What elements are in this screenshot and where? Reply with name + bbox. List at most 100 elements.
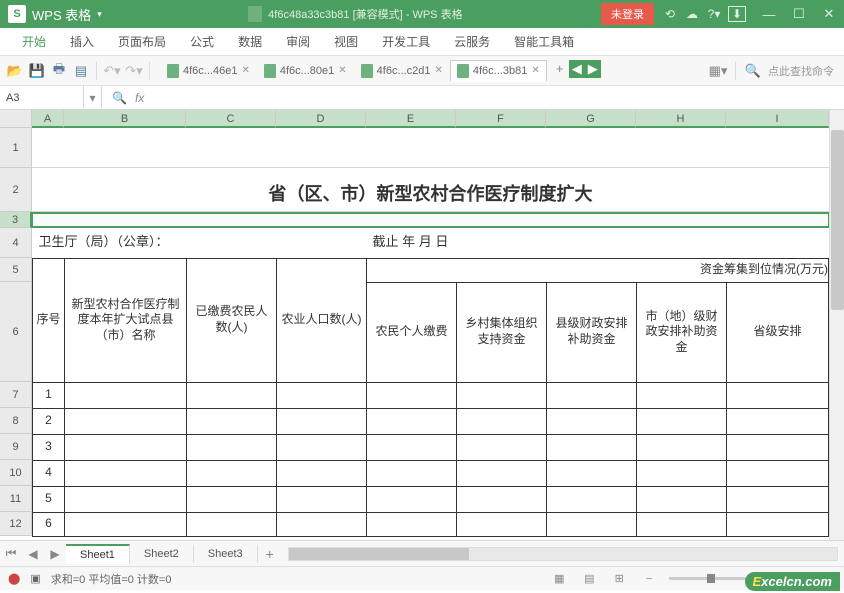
open-icon[interactable]: 📂 <box>6 62 24 80</box>
search-fx-icon[interactable]: 🔍 <box>112 91 127 105</box>
cloud-icon[interactable]: ☁ <box>684 6 700 22</box>
row-header-2[interactable]: 2 <box>0 168 32 212</box>
col-header-B[interactable]: B <box>64 110 186 128</box>
table-row[interactable]: 2 <box>33 408 829 434</box>
row-header-8[interactable]: 8 <box>0 408 32 434</box>
view-page-icon[interactable]: ▤ <box>579 571 599 587</box>
close-icon[interactable]: ✕ <box>241 65 249 76</box>
sheet-nav-first[interactable]: ⏮ <box>0 546 22 561</box>
sync-icon[interactable]: ⟲ <box>662 6 678 22</box>
cell-seq: 3 <box>33 434 65 460</box>
col-header-E[interactable]: E <box>366 110 456 128</box>
table-row[interactable]: 6 <box>33 512 829 536</box>
menu-start[interactable]: 开始 <box>10 28 58 56</box>
horizontal-scrollbar[interactable] <box>288 547 838 561</box>
formula-bar: A3 ▾ 🔍 fx <box>0 86 844 110</box>
close-icon[interactable]: ✕ <box>434 65 442 76</box>
undo-icon[interactable]: ↶▾ <box>103 62 121 80</box>
menu-formula[interactable]: 公式 <box>178 28 226 56</box>
col-header-H[interactable]: H <box>636 110 726 128</box>
menu-smart-tools[interactable]: 智能工具箱 <box>502 28 586 56</box>
close-icon[interactable]: ✕ <box>338 65 346 76</box>
row-header-9[interactable]: 9 <box>0 434 32 460</box>
close-icon[interactable]: ✕ <box>531 65 539 76</box>
select-all-corner[interactable] <box>0 110 32 128</box>
print-icon[interactable]: 🖶 <box>50 62 68 80</box>
help-icon[interactable]: ?▾ <box>706 6 722 22</box>
col-header-A[interactable]: A <box>32 110 64 128</box>
table-row[interactable]: 1 <box>33 382 829 408</box>
hscroll-thumb[interactable] <box>289 548 469 560</box>
redo-icon[interactable]: ↷▾ <box>125 62 143 80</box>
data-table: 卫生厅（局）（公章）： 截止 年 月 日 序号 新型农村合作医疗制度本年扩大试点… <box>32 228 829 537</box>
col-header-F[interactable]: F <box>456 110 546 128</box>
row-header-10[interactable]: 10 <box>0 460 32 486</box>
menu-page-layout[interactable]: 页面布局 <box>106 28 178 56</box>
app-logo: S WPS 表格 ▾ <box>0 5 110 24</box>
vertical-scrollbar[interactable] <box>829 110 844 540</box>
sheet-tab-2[interactable]: Sheet2 <box>130 545 194 563</box>
grid-icon[interactable]: ▦▾ <box>709 62 727 80</box>
sheet-nav-next[interactable]: ▶ <box>44 547 66 561</box>
header-seq: 序号 <box>33 258 65 382</box>
sheet-tab-3[interactable]: Sheet3 <box>194 545 258 563</box>
menu-cloud[interactable]: 云服务 <box>442 28 502 56</box>
zoom-thumb[interactable] <box>707 574 715 583</box>
table-row[interactable]: 4 <box>33 460 829 486</box>
search-placeholder[interactable]: 点此查找命令 <box>768 63 834 79</box>
doc-tab[interactable]: 4f6c...80e1 ✕ <box>257 60 354 82</box>
col-header-C[interactable]: C <box>186 110 276 128</box>
login-button[interactable]: 未登录 <box>601 3 654 25</box>
doc-tab-active[interactable]: 4f6c...3b81✕ <box>450 60 547 82</box>
zoom-slider[interactable] <box>669 577 749 580</box>
dropdown-icon[interactable]: ▾ <box>97 9 102 20</box>
col-header-G[interactable]: G <box>546 110 636 128</box>
row-header-6[interactable]: 6 <box>0 282 32 382</box>
name-box-dropdown[interactable]: ▾ <box>84 86 102 109</box>
download-icon[interactable]: ⬇ <box>728 6 746 22</box>
zoom-out-button[interactable]: − <box>639 571 659 587</box>
row-header-12[interactable]: 12 <box>0 512 32 536</box>
status-layer-icon[interactable]: ▣ <box>30 572 40 585</box>
sheet-content[interactable]: 省（区、市）新型农村合作医疗制度扩大 卫生厅（局）（公章）： 截止 年 月 日 … <box>32 128 829 537</box>
tab-nav-left[interactable]: ◀ <box>569 60 585 78</box>
doc-tab[interactable]: 4f6c...c2d1✕ <box>354 60 450 82</box>
doc-tab-label: 4f6c...80e1 <box>280 65 334 77</box>
row-header-1[interactable]: 1 <box>0 128 32 168</box>
name-box[interactable]: A3 <box>0 86 84 109</box>
row-header-3[interactable]: 3 <box>0 212 32 228</box>
sheet-tab-1[interactable]: Sheet1 <box>66 544 130 564</box>
app-name: WPS 表格 <box>32 5 91 24</box>
row-header-5[interactable]: 5 <box>0 258 32 282</box>
row-header-7[interactable]: 7 <box>0 382 32 408</box>
menu-view[interactable]: 视图 <box>322 28 370 56</box>
menu-insert[interactable]: 插入 <box>58 28 106 56</box>
row-header-11[interactable]: 11 <box>0 486 32 512</box>
info-right: 截止 年 月 日 <box>367 228 829 258</box>
add-sheet-button[interactable]: + <box>258 546 282 562</box>
menu-review[interactable]: 审阅 <box>274 28 322 56</box>
doc-tab[interactable]: 4f6c...46e1 ✕ <box>160 60 257 82</box>
tab-nav-right[interactable]: ▶ <box>585 60 601 78</box>
col-header-I[interactable]: I <box>726 110 829 128</box>
save-icon[interactable]: 💾 <box>28 62 46 80</box>
view-break-icon[interactable]: ⊞ <box>609 571 629 587</box>
fx-icon[interactable]: fx <box>135 91 144 105</box>
view-normal-icon[interactable]: ▦ <box>549 571 569 587</box>
minimize-button[interactable]: — <box>754 0 784 28</box>
menu-data[interactable]: 数据 <box>226 28 274 56</box>
col-header-D[interactable]: D <box>276 110 366 128</box>
table-row[interactable]: 5 <box>33 486 829 512</box>
menu-dev-tools[interactable]: 开发工具 <box>370 28 442 56</box>
close-button[interactable]: ✕ <box>814 0 844 28</box>
search-icon[interactable]: 🔍 <box>744 62 762 80</box>
status-record-icon[interactable]: ⬤ <box>8 572 20 585</box>
table-row[interactable]: 3 <box>33 434 829 460</box>
row-header-4[interactable]: 4 <box>0 228 32 258</box>
sheet-nav-prev[interactable]: ◀ <box>22 547 44 561</box>
print-preview-icon[interactable]: ▤ <box>72 62 90 80</box>
add-tab-button[interactable]: + <box>551 60 569 78</box>
doc-tab-label: 4f6c...46e1 <box>183 65 237 77</box>
scrollbar-thumb[interactable] <box>831 130 844 310</box>
maximize-button[interactable]: ☐ <box>784 0 814 28</box>
